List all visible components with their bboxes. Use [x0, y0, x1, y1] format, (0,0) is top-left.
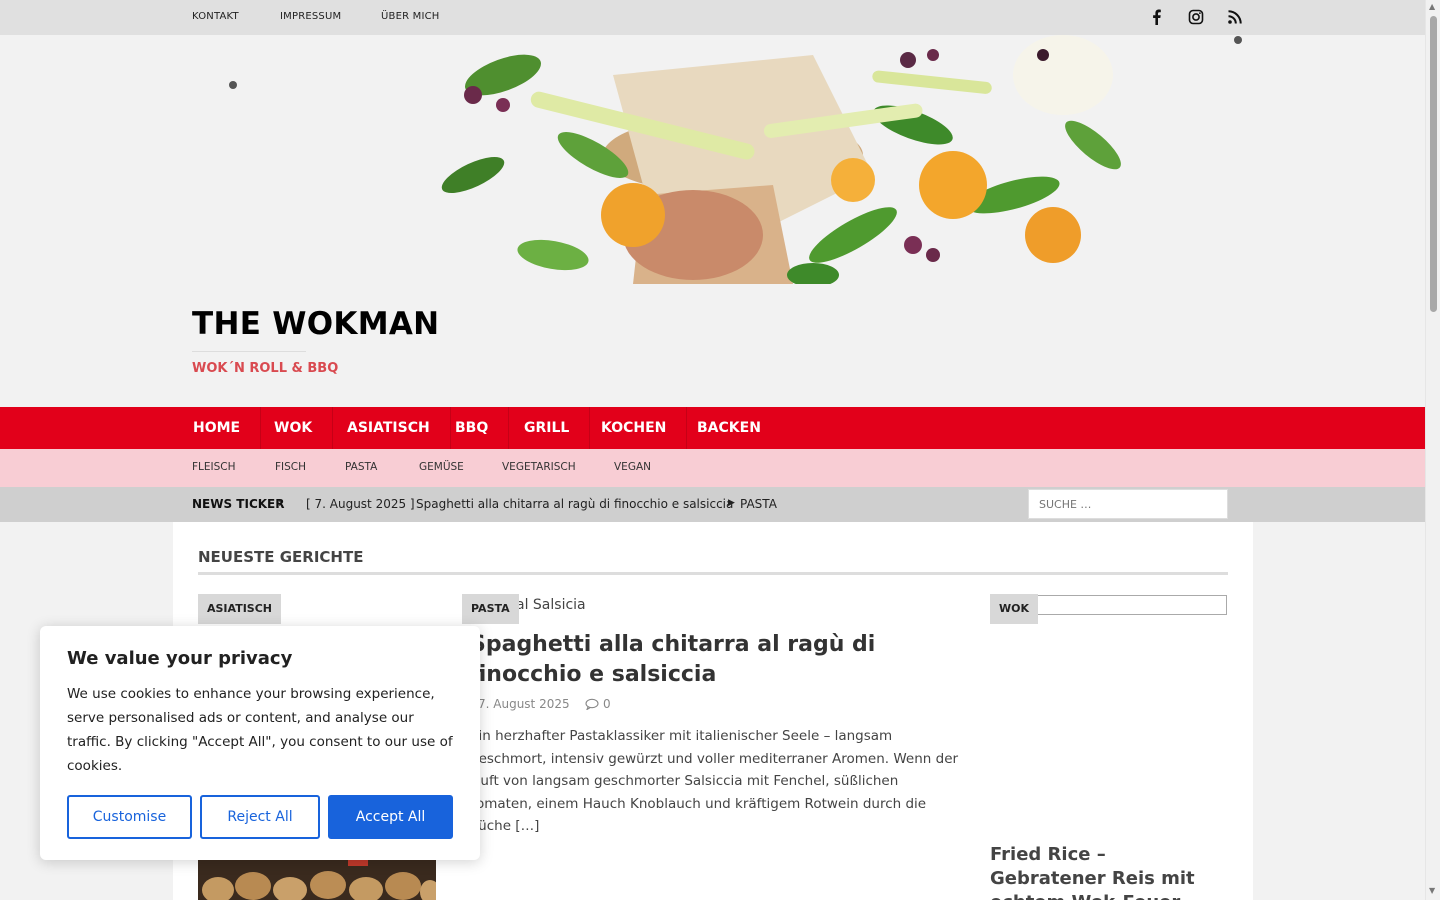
- subnav-item-pasta[interactable]: PASTA: [345, 461, 377, 473]
- post-title-link[interactable]: Spaghetti alla chitarra al ragù di finoc…: [470, 630, 965, 690]
- chevron-right-icon: ›: [278, 496, 284, 511]
- image-alt-text: al Salsicia: [516, 597, 586, 613]
- ticker-headline-link[interactable]: Spaghetti alla chitarra al ragù di finoc…: [416, 497, 733, 511]
- title-divider: [192, 351, 306, 352]
- category-badge-wok[interactable]: WOK: [990, 594, 1039, 624]
- post-thumbnail[interactable]: [198, 860, 436, 900]
- category-badge-asiatisch[interactable]: ASIATISCH: [198, 594, 281, 624]
- subnav-item-gemuese[interactable]: GEMÜSE: [419, 461, 464, 473]
- subnav-item-fleisch[interactable]: FLEISCH: [192, 461, 236, 473]
- cookie-description: We use cookies to enhance your browsing …: [67, 686, 453, 774]
- nav-item-wok[interactable]: WOK: [254, 407, 334, 449]
- facebook-icon[interactable]: [1148, 8, 1166, 26]
- top-bar: KONTAKT IMPRESSUM ÜBER MICH: [0, 0, 1425, 35]
- subnav-item-vegetarisch[interactable]: VEGETARISCH: [502, 461, 576, 473]
- nav-item-backen[interactable]: BACKEN: [677, 407, 781, 449]
- topbar-link-impressum[interactable]: IMPRESSUM: [280, 11, 341, 22]
- caret-right-icon: ▶: [728, 498, 735, 508]
- search-input[interactable]: [1028, 489, 1228, 519]
- ticker-category-link[interactable]: PASTA: [740, 497, 777, 511]
- site-tagline: WOK´N ROLL & BBQ: [192, 361, 339, 376]
- comment-icon: [585, 698, 599, 710]
- nav-item-bbq[interactable]: BBQ: [435, 407, 510, 449]
- site-title[interactable]: THE WOKMAN: [192, 306, 439, 342]
- header-image: [173, 35, 1253, 284]
- cookie-title: We value your privacy: [67, 648, 293, 669]
- comment-count-link[interactable]: 0: [603, 697, 611, 711]
- rss-icon[interactable]: [1226, 8, 1244, 26]
- section-title: NEUESTE GERICHTE: [198, 548, 364, 566]
- nav-item-asiatisch[interactable]: ASIATISCH: [327, 407, 451, 449]
- topbar-link-kontakt[interactable]: KONTAKT: [192, 11, 239, 22]
- scroll-up-arrow-icon[interactable]: ▲: [1429, 2, 1435, 11]
- cookie-consent-dialog: We value your privacy We use cookies to …: [40, 626, 480, 860]
- scroll-down-arrow-icon[interactable]: ▼: [1429, 886, 1435, 895]
- nav-item-grill[interactable]: GRILL: [504, 407, 591, 449]
- category-badge-pasta[interactable]: PASTA: [462, 594, 519, 624]
- ticker-label: NEWS TICKER: [192, 497, 285, 511]
- instagram-icon[interactable]: [1187, 8, 1205, 26]
- section-divider: [198, 572, 1228, 575]
- topbar-link-ueber-mich[interactable]: ÜBER MICH: [381, 11, 440, 22]
- subnav-item-vegan[interactable]: VEGAN: [614, 461, 651, 473]
- sub-navigation: FLEISCH FISCH PASTA GEMÜSE VEGETARISCH V…: [0, 449, 1425, 487]
- accept-all-button[interactable]: Accept All: [328, 795, 453, 839]
- post-excerpt: Ein herzhafter Pastaklassiker mit italie…: [470, 728, 959, 834]
- page-scrollbar[interactable]: ▲ ▼: [1425, 0, 1440, 900]
- broken-image-placeholder: [1036, 595, 1227, 615]
- ginger-image: [198, 860, 436, 900]
- sidebar-post-title-link[interactable]: Fried Rice – Gebratener Reis mit echtem …: [990, 843, 1220, 900]
- customise-button[interactable]: Customise: [67, 795, 192, 839]
- food-plate-illustration: [173, 35, 1253, 284]
- subnav-item-fisch[interactable]: FISCH: [275, 461, 306, 473]
- reject-all-button[interactable]: Reject All: [200, 795, 320, 839]
- post-date: 7. August 2025: [478, 697, 570, 711]
- main-navigation: HOME WOK ASIATISCH BBQ GRILL KOCHEN BACK…: [0, 407, 1425, 449]
- ticker-date: [ 7. August 2025 ]: [306, 497, 415, 511]
- scrollbar-thumb[interactable]: [1430, 16, 1437, 312]
- nav-item-kochen[interactable]: KOCHEN: [581, 407, 688, 449]
- nav-item-home[interactable]: HOME: [173, 407, 262, 449]
